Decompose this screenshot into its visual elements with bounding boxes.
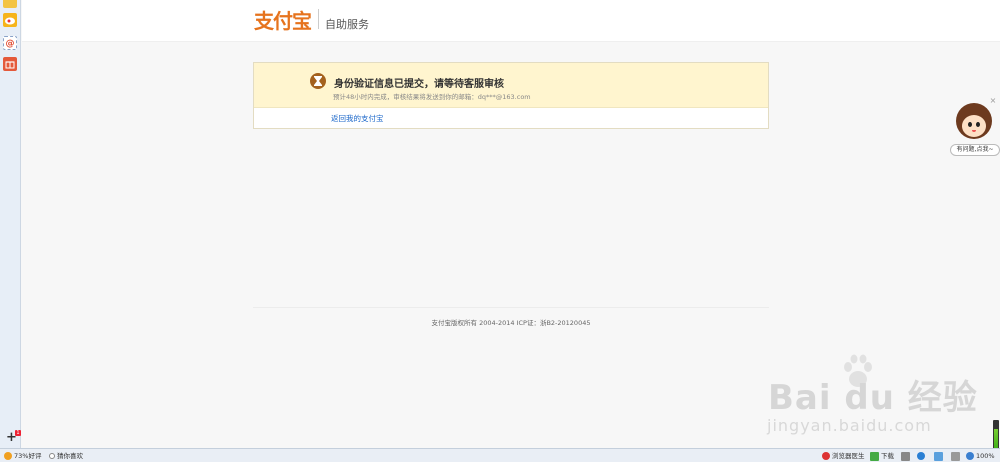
close-icon[interactable]: × (989, 97, 997, 105)
doctor-text: 浏览器医生 (832, 452, 865, 460)
header-divider (318, 9, 319, 29)
recommend-status[interactable]: 猜你喜欢 (49, 451, 83, 461)
hourglass-icon (310, 73, 326, 89)
footer-copyright: 支付宝版权所有 2004-2014 ICP证：浙B2-20120045 (431, 319, 591, 327)
favorites-star-icon[interactable] (3, 0, 17, 8)
rating-text: 73%好评 (14, 452, 42, 460)
smiley-icon (4, 452, 12, 460)
doctor-icon (822, 452, 830, 460)
zoom-control[interactable]: 100% (966, 451, 995, 461)
book-icon (901, 451, 910, 461)
recommend-text: 猜你喜欢 (57, 452, 83, 460)
browser-status-bar: 73%好评 猜你喜欢 浏览器医生 下载 100% (0, 448, 1000, 462)
download-arrow-icon (870, 451, 879, 461)
page-title: 自助服务 (325, 18, 369, 31)
return-to-alipay-link[interactable]: 返回我的支付宝 (331, 113, 384, 124)
cs-help-button[interactable]: 有问题,点我~ (950, 144, 1000, 156)
volume-button[interactable] (951, 451, 962, 461)
window-button[interactable] (934, 451, 945, 461)
radio-icon (49, 453, 55, 459)
customer-service-widget[interactable]: × 有问题,点我~ (950, 96, 1000, 160)
notice-actions: 返回我的支付宝 (254, 108, 768, 128)
page-tool-button[interactable] (901, 451, 912, 461)
notice-subtitle: 预计48小时内完成，审核结果将发送到你的邮箱：dq***@163.com (333, 93, 531, 101)
zoom-text: 100% (976, 452, 995, 460)
verification-notice-panel: 身份验证信息已提交，请等待客服审核 预计48小时内完成，审核结果将发送到你的邮箱… (253, 62, 769, 129)
browser-left-sidebar: @ + 1 (0, 0, 21, 448)
notice-banner: 身份验证信息已提交，请等待客服审核 预计48小时内完成，审核结果将发送到你的邮箱… (254, 63, 768, 108)
footer-divider (253, 307, 769, 308)
download-text: 下载 (881, 452, 894, 460)
ie-engine-button[interactable] (917, 451, 927, 461)
alipay-logo[interactable]: 支付宝 (254, 7, 312, 33)
speaker-icon (951, 451, 960, 461)
rating-status[interactable]: 73%好评 (4, 451, 41, 461)
notification-badge: 1 (15, 430, 21, 436)
email-at-icon[interactable]: @ (3, 36, 17, 50)
notice-title: 身份验证信息已提交，请等待客服审核 (334, 79, 504, 90)
magnifier-icon (966, 452, 974, 460)
page-header: 支付宝 自助服务 (22, 0, 1000, 42)
watermark-brand: Bai du 经验 (768, 378, 978, 418)
logo-text: 支付宝 (254, 8, 312, 33)
weibo-icon[interactable] (3, 13, 17, 27)
gift-icon[interactable] (3, 57, 17, 71)
window-icon (934, 451, 943, 461)
ie-icon (917, 452, 925, 460)
browser-doctor-button[interactable]: 浏览器医生 (822, 451, 865, 461)
watermark-url: jingyan.baidu.com (767, 416, 932, 435)
cs-avatar-icon[interactable] (956, 103, 992, 139)
download-button[interactable]: 下载 (870, 451, 894, 461)
